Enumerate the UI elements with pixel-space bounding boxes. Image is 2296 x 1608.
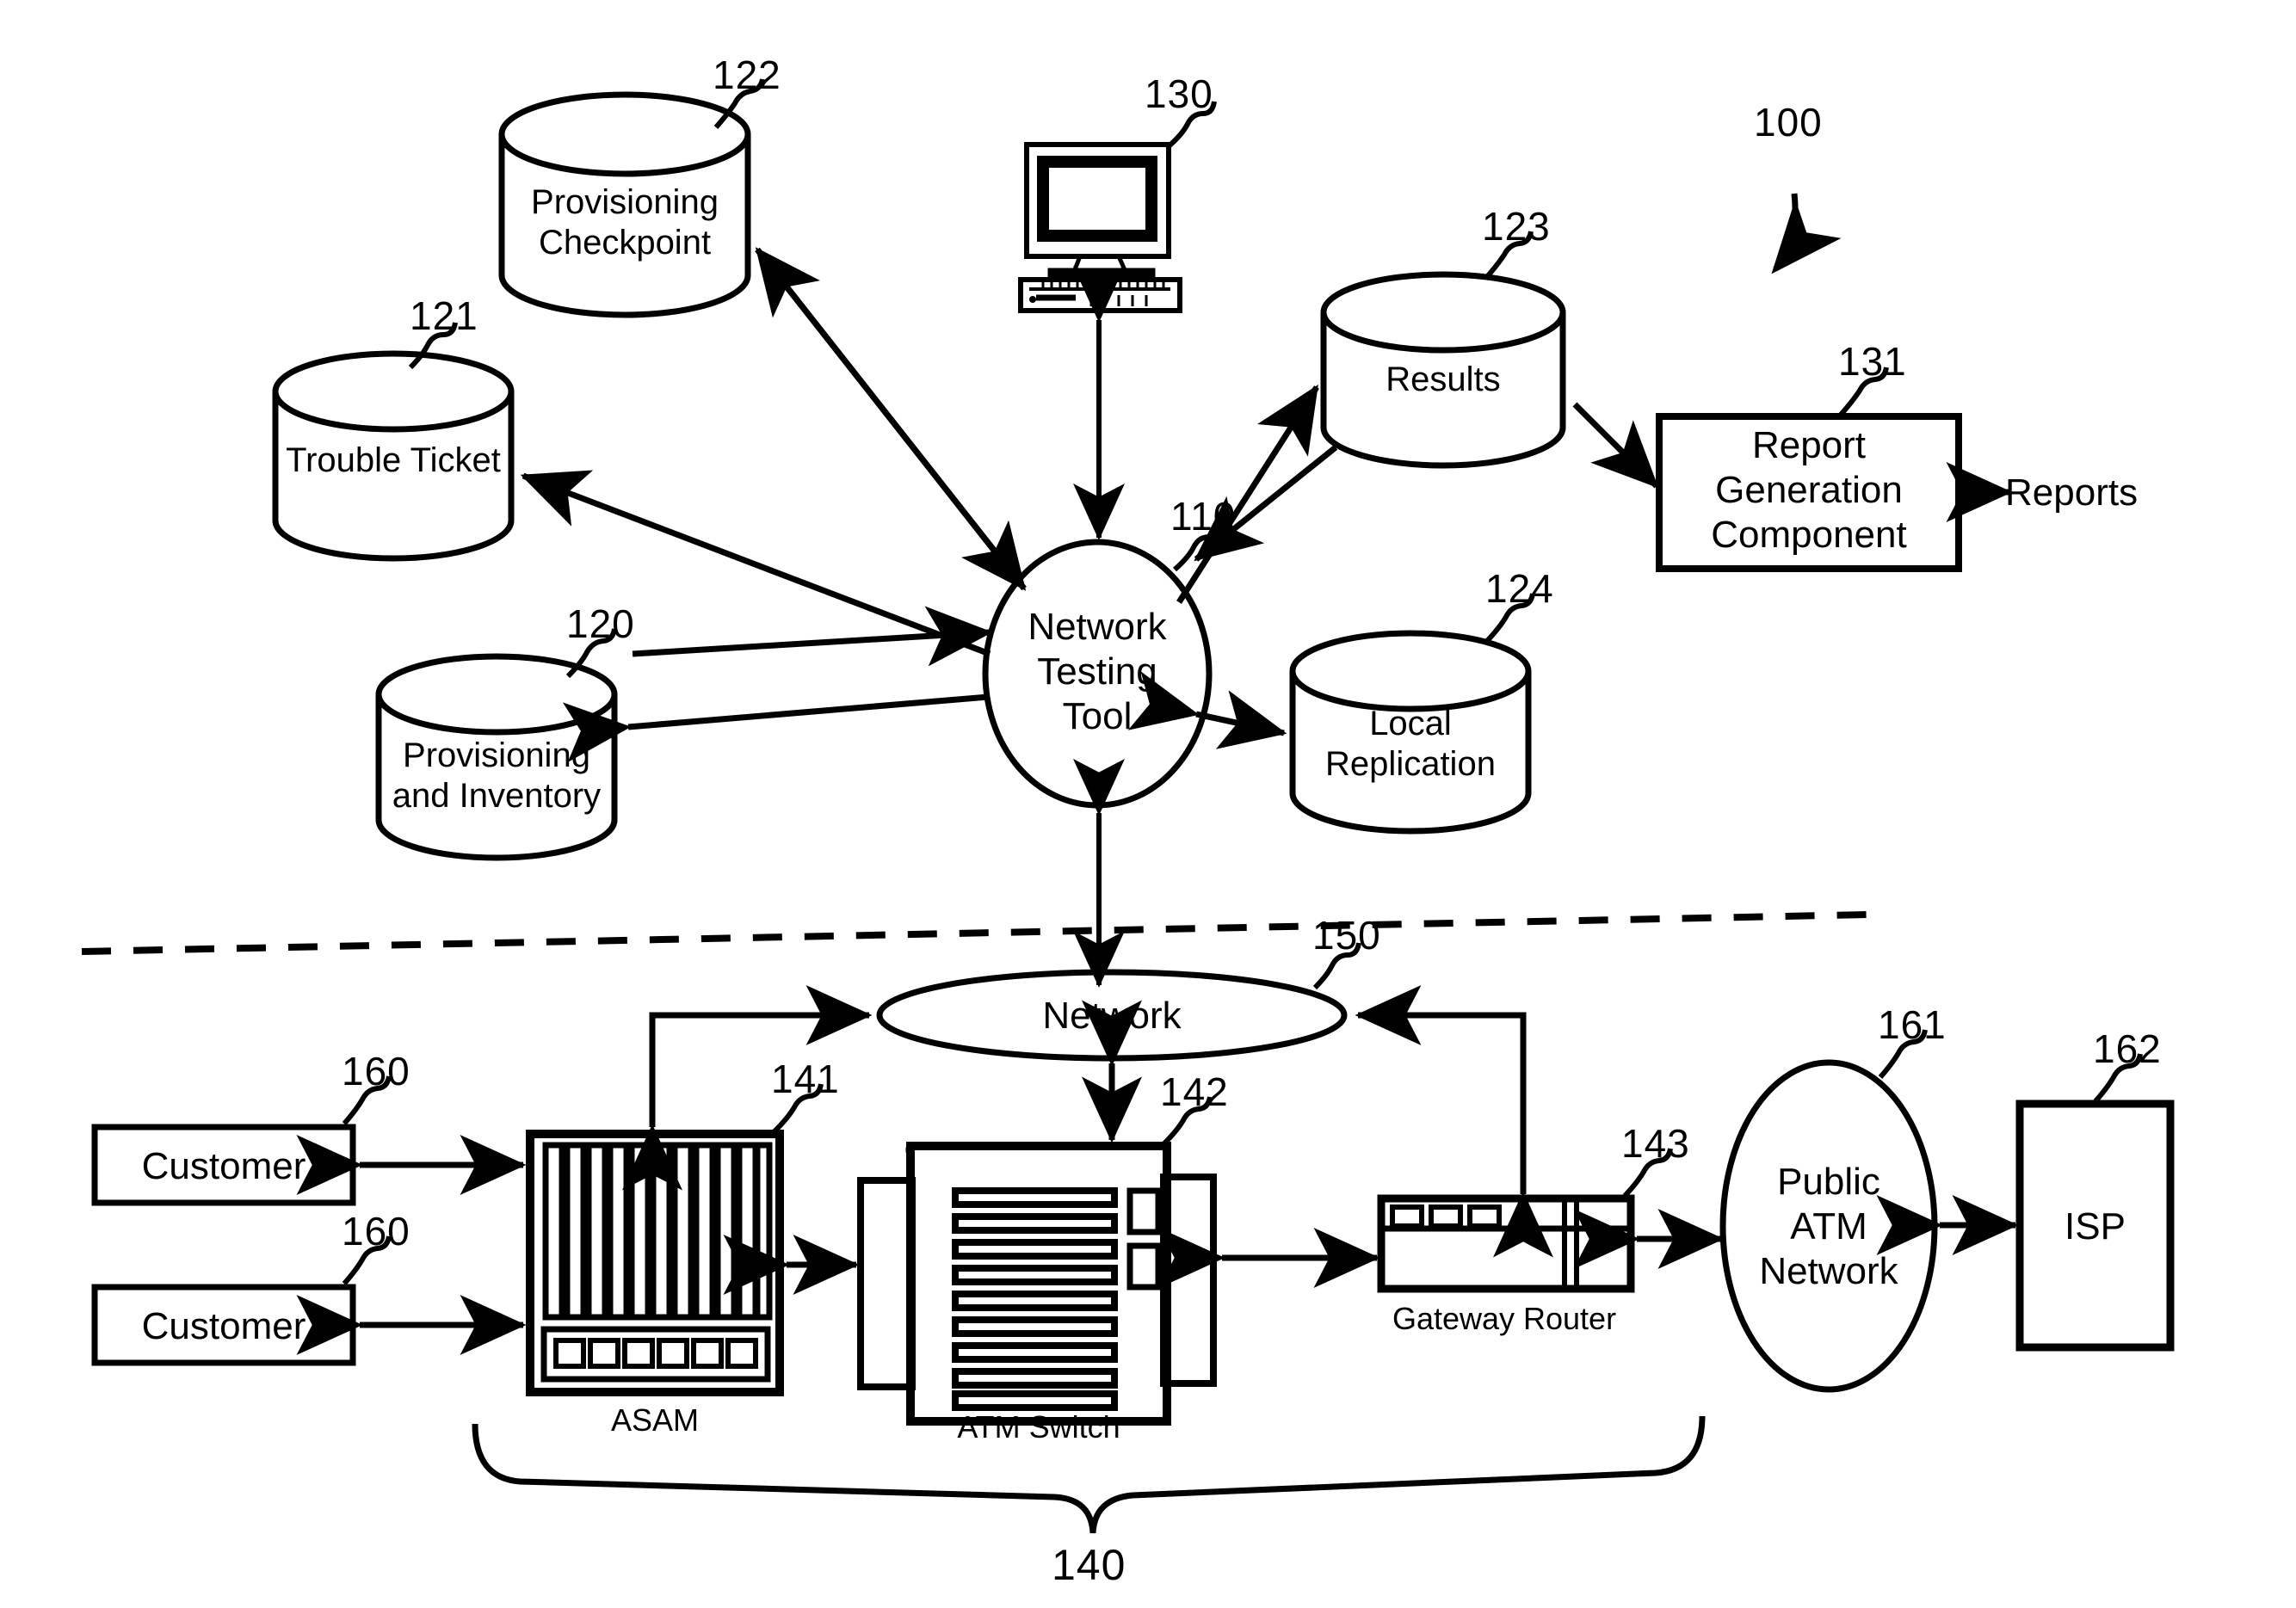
ref-130: 130 <box>1145 71 1213 116</box>
ref-143: 143 <box>1621 1121 1690 1166</box>
gateway-router-box <box>1377 1194 1635 1293</box>
ref-162: 162 <box>2093 1026 2162 1071</box>
label-results: Results <box>1386 360 1501 398</box>
ref-122: 122 <box>713 52 781 97</box>
label-public-atm-network: Public ATM Network <box>1759 1161 1898 1292</box>
label-report-generation-component: Report Generation Component <box>1711 424 1907 556</box>
arrow-results-to-report-component <box>1572 402 1659 489</box>
ref-123: 123 <box>1482 204 1551 249</box>
label-provisioning-checkpoint: Provisioning Checkpoint <box>531 183 719 262</box>
ref-124: 124 <box>1485 566 1554 611</box>
ref-100: 100 <box>1754 100 1823 145</box>
arrow-provisioning-inventory-to-ntt <box>632 606 993 667</box>
label-provisioning-inventory: Provisioning and Inventory <box>392 736 602 816</box>
workstation-icon-shape <box>1018 142 1182 313</box>
label-customer-1: Customer <box>141 1145 306 1187</box>
label-network: Network <box>1042 995 1182 1037</box>
label-asam: ASAM <box>610 1402 700 1438</box>
ref-110: 110 <box>1170 494 1237 539</box>
arrow-gatewayrouter-network <box>1355 985 1553 1258</box>
patent-figure-canvas: Provisioning Checkpoint Trouble Ticket P… <box>0 0 2296 1608</box>
ref-131: 131 <box>1838 339 1907 384</box>
label-reports: Reports <box>2005 471 2139 514</box>
label-network-testing-tool: Network Testing Tool <box>1028 606 1167 737</box>
label-local-replication: Local Replication <box>1325 705 1496 784</box>
ref-121: 121 <box>410 293 478 338</box>
ref-120: 120 <box>566 601 635 646</box>
label-gateway-router: Gateway Router <box>1392 1301 1617 1336</box>
ref-140: 140 <box>1052 1541 1126 1589</box>
ref-160-b: 160 <box>342 1209 410 1254</box>
diagram-vector-layer <box>81 78 2175 1534</box>
leader-arrow-100 <box>1771 193 1842 274</box>
ref-150: 150 <box>1312 913 1381 958</box>
ref-161: 161 <box>1878 1002 1947 1047</box>
label-atm-switch: ATM Switch <box>957 1409 1120 1445</box>
asam-chassis <box>526 1130 784 1396</box>
label-customer-2: Customer <box>141 1305 306 1347</box>
arrow-checkpoint-to-ntt <box>755 247 1027 591</box>
spacer3 <box>628 619 988 750</box>
label-isp: ISP <box>2065 1205 2126 1248</box>
arrow-ntt-local-replication <box>1127 671 1287 749</box>
label-trouble-ticket: Trouble Ticket <box>286 441 501 479</box>
ref-142: 142 <box>1160 1069 1229 1114</box>
arrow-ntt-to-provisioning-inventory <box>562 693 989 763</box>
ref-160-a: 160 <box>342 1049 410 1094</box>
section-divider-dashed <box>81 911 1868 955</box>
atm-switch-chassis <box>857 1142 1217 1426</box>
ref-141: 141 <box>771 1057 840 1101</box>
